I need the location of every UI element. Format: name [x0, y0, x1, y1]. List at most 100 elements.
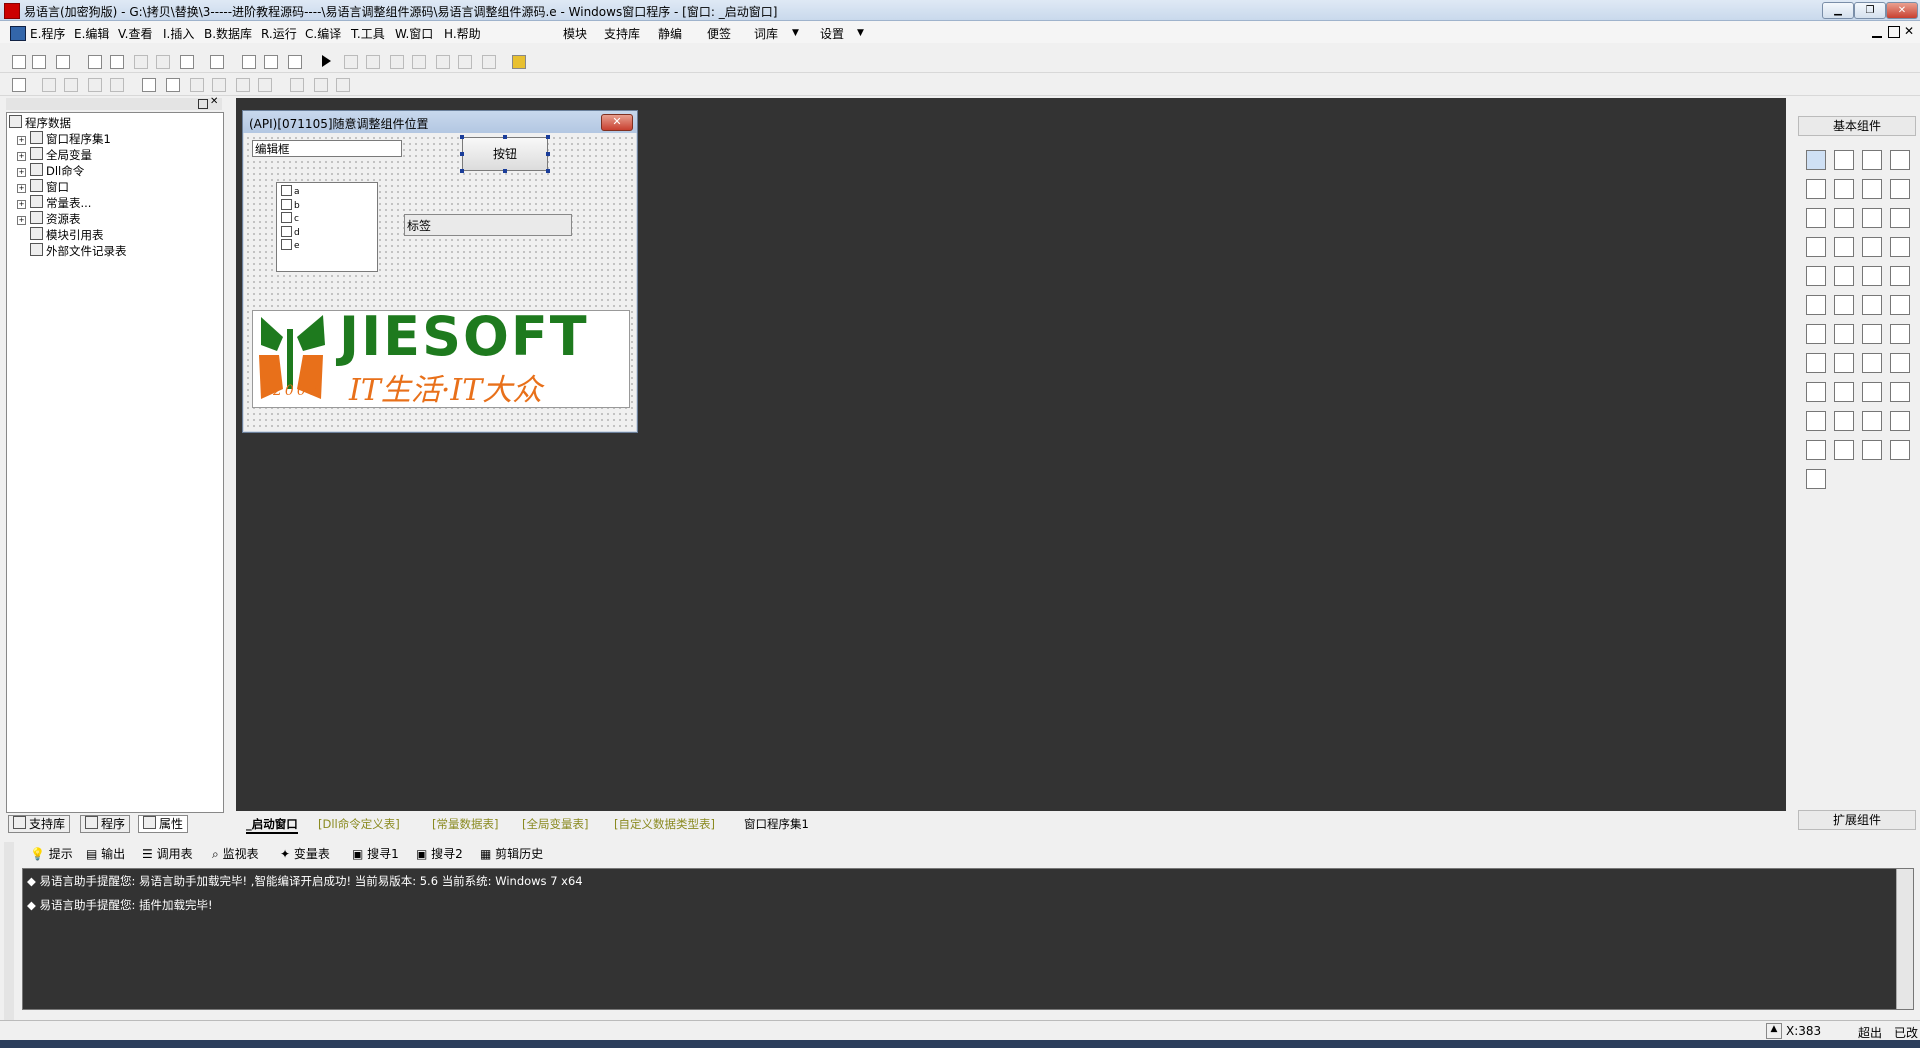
menu-help[interactable]: H.帮助	[444, 25, 481, 42]
mdi-close-icon[interactable]: ✕	[1904, 24, 1914, 38]
layout-2-icon[interactable]	[264, 55, 278, 69]
component-tool-icon[interactable]	[1834, 382, 1854, 402]
paste-icon[interactable]	[134, 55, 148, 69]
output-scrollbar[interactable]	[1896, 869, 1913, 1009]
tree-item[interactable]: + Dll命令	[17, 163, 84, 179]
component-tool-icon[interactable]	[1834, 440, 1854, 460]
component-tool-icon[interactable]	[1862, 150, 1882, 170]
label-control[interactable]: 标签	[404, 214, 572, 236]
component-tool-icon[interactable]	[1806, 382, 1826, 402]
component-tool-icon[interactable]	[1862, 295, 1882, 315]
tree-item[interactable]: + 窗口程序集1	[17, 131, 111, 147]
mdi-restore-icon[interactable]	[1888, 26, 1900, 38]
component-tool-icon[interactable]	[1834, 295, 1854, 315]
mdi-minimize-icon[interactable]	[1872, 26, 1882, 38]
component-tool-icon[interactable]	[1890, 266, 1910, 286]
expand-icon[interactable]: +	[17, 216, 26, 225]
component-tool-icon[interactable]	[1834, 237, 1854, 257]
menu-run[interactable]: R.运行	[261, 25, 297, 42]
checklist-item[interactable]: c	[281, 212, 299, 225]
menu-dictionary[interactable]: 词库	[754, 25, 778, 42]
component-tool-icon[interactable]	[1862, 237, 1882, 257]
order-icon[interactable]	[336, 78, 350, 92]
resize-handle[interactable]	[546, 169, 550, 173]
component-tool-icon[interactable]	[1806, 324, 1826, 344]
component-tool-icon[interactable]	[1862, 266, 1882, 286]
component-tool-icon[interactable]	[1806, 440, 1826, 460]
same-size-icon[interactable]	[236, 78, 250, 92]
extended-components-header[interactable]: 扩展组件	[1798, 810, 1916, 830]
layout-1-icon[interactable]	[242, 55, 256, 69]
component-tool-icon[interactable]	[1834, 266, 1854, 286]
menu-tools[interactable]: T.工具	[351, 25, 385, 42]
output-tab-output[interactable]: ▤ 输出	[86, 846, 125, 862]
checklist-item[interactable]: a	[281, 185, 300, 198]
checkbox-icon[interactable]	[281, 239, 292, 250]
menu-view[interactable]: V.查看	[118, 25, 152, 42]
component-tool-icon[interactable]	[1806, 150, 1826, 170]
component-tool-icon[interactable]	[1862, 208, 1882, 228]
align-top-icon[interactable]	[88, 78, 102, 92]
menu-insert[interactable]: I.插入	[163, 25, 194, 42]
tab-global-var-table[interactable]: [全局变量表]	[522, 816, 588, 832]
copy-icon[interactable]	[110, 55, 124, 69]
layout-3-icon[interactable]	[288, 55, 302, 69]
component-tool-icon[interactable]	[1890, 440, 1910, 460]
step-into-icon[interactable]	[390, 55, 404, 69]
editbox-control[interactable]: 编辑框	[252, 140, 402, 157]
checklist-item[interactable]: d	[281, 225, 300, 239]
component-tool-icon[interactable]	[1862, 324, 1882, 344]
component-tool-icon[interactable]	[1834, 150, 1854, 170]
component-tool-icon[interactable]	[1834, 179, 1854, 199]
tree-item[interactable]: + 资源表	[17, 211, 81, 227]
resize-handle[interactable]	[460, 135, 464, 139]
save-icon[interactable]	[56, 55, 70, 69]
resize-handle[interactable]	[503, 135, 507, 139]
resize-handle[interactable]	[546, 152, 550, 156]
align-bottom-icon[interactable]	[110, 78, 124, 92]
component-tool-icon[interactable]	[1890, 324, 1910, 344]
distribute-icon[interactable]	[314, 78, 328, 92]
left-panel-float-icon[interactable]	[198, 99, 208, 109]
menu-note[interactable]: 便签	[707, 25, 731, 42]
hand-icon[interactable]	[482, 55, 496, 69]
component-tool-icon[interactable]	[1834, 324, 1854, 344]
menu-database[interactable]: B.数据库	[204, 25, 252, 42]
tab-program[interactable]: 程序	[80, 815, 131, 833]
basic-components-header[interactable]: 基本组件	[1798, 116, 1916, 136]
minimize-button[interactable]: ▁	[1822, 2, 1854, 19]
find-icon[interactable]	[210, 55, 224, 69]
component-tool-icon[interactable]	[1806, 469, 1826, 489]
component-tool-icon[interactable]	[1890, 411, 1910, 431]
component-tool-icon[interactable]	[1806, 295, 1826, 315]
center-h-icon[interactable]	[142, 78, 156, 92]
tree-item[interactable]: 程序数据	[9, 115, 71, 131]
tree-item[interactable]: + 全局变量	[17, 147, 92, 163]
output-tab-search1[interactable]: ▣ 搜寻1	[352, 846, 399, 862]
component-tool-icon[interactable]	[1834, 353, 1854, 373]
design-window-close-button[interactable]: ✕	[601, 114, 633, 131]
component-tool-icon[interactable]	[1806, 353, 1826, 373]
run-to-cursor-icon[interactable]	[458, 55, 472, 69]
checklist-item[interactable]: e	[281, 239, 300, 252]
output-tab-clip-history[interactable]: ▦ 剪辑历史	[480, 846, 543, 862]
status-up-icon[interactable]: ▲	[1766, 1023, 1782, 1039]
component-tool-icon[interactable]	[1806, 237, 1826, 257]
menu-static-compile[interactable]: 静编	[658, 25, 682, 42]
component-tool-icon[interactable]	[1890, 179, 1910, 199]
tree-item[interactable]: + 窗口	[17, 179, 69, 195]
left-panel-close-icon[interactable]: ✕	[210, 96, 218, 107]
component-tool-icon[interactable]	[1806, 411, 1826, 431]
expand-icon[interactable]: +	[17, 200, 26, 209]
tab-support-lib[interactable]: 支持库	[8, 815, 71, 833]
expand-icon[interactable]: +	[17, 168, 26, 177]
component-tool-icon[interactable]	[1862, 353, 1882, 373]
checkbox-icon[interactable]	[281, 225, 292, 237]
same-height-icon[interactable]	[212, 78, 226, 92]
close-button[interactable]: ✕	[1886, 2, 1918, 19]
tree-item[interactable]: + 常量表...	[17, 195, 91, 211]
component-tool-icon[interactable]	[1806, 179, 1826, 199]
app-icon[interactable]	[4, 3, 20, 19]
component-tool-icon[interactable]	[1890, 353, 1910, 373]
resize-handle[interactable]	[460, 152, 464, 156]
